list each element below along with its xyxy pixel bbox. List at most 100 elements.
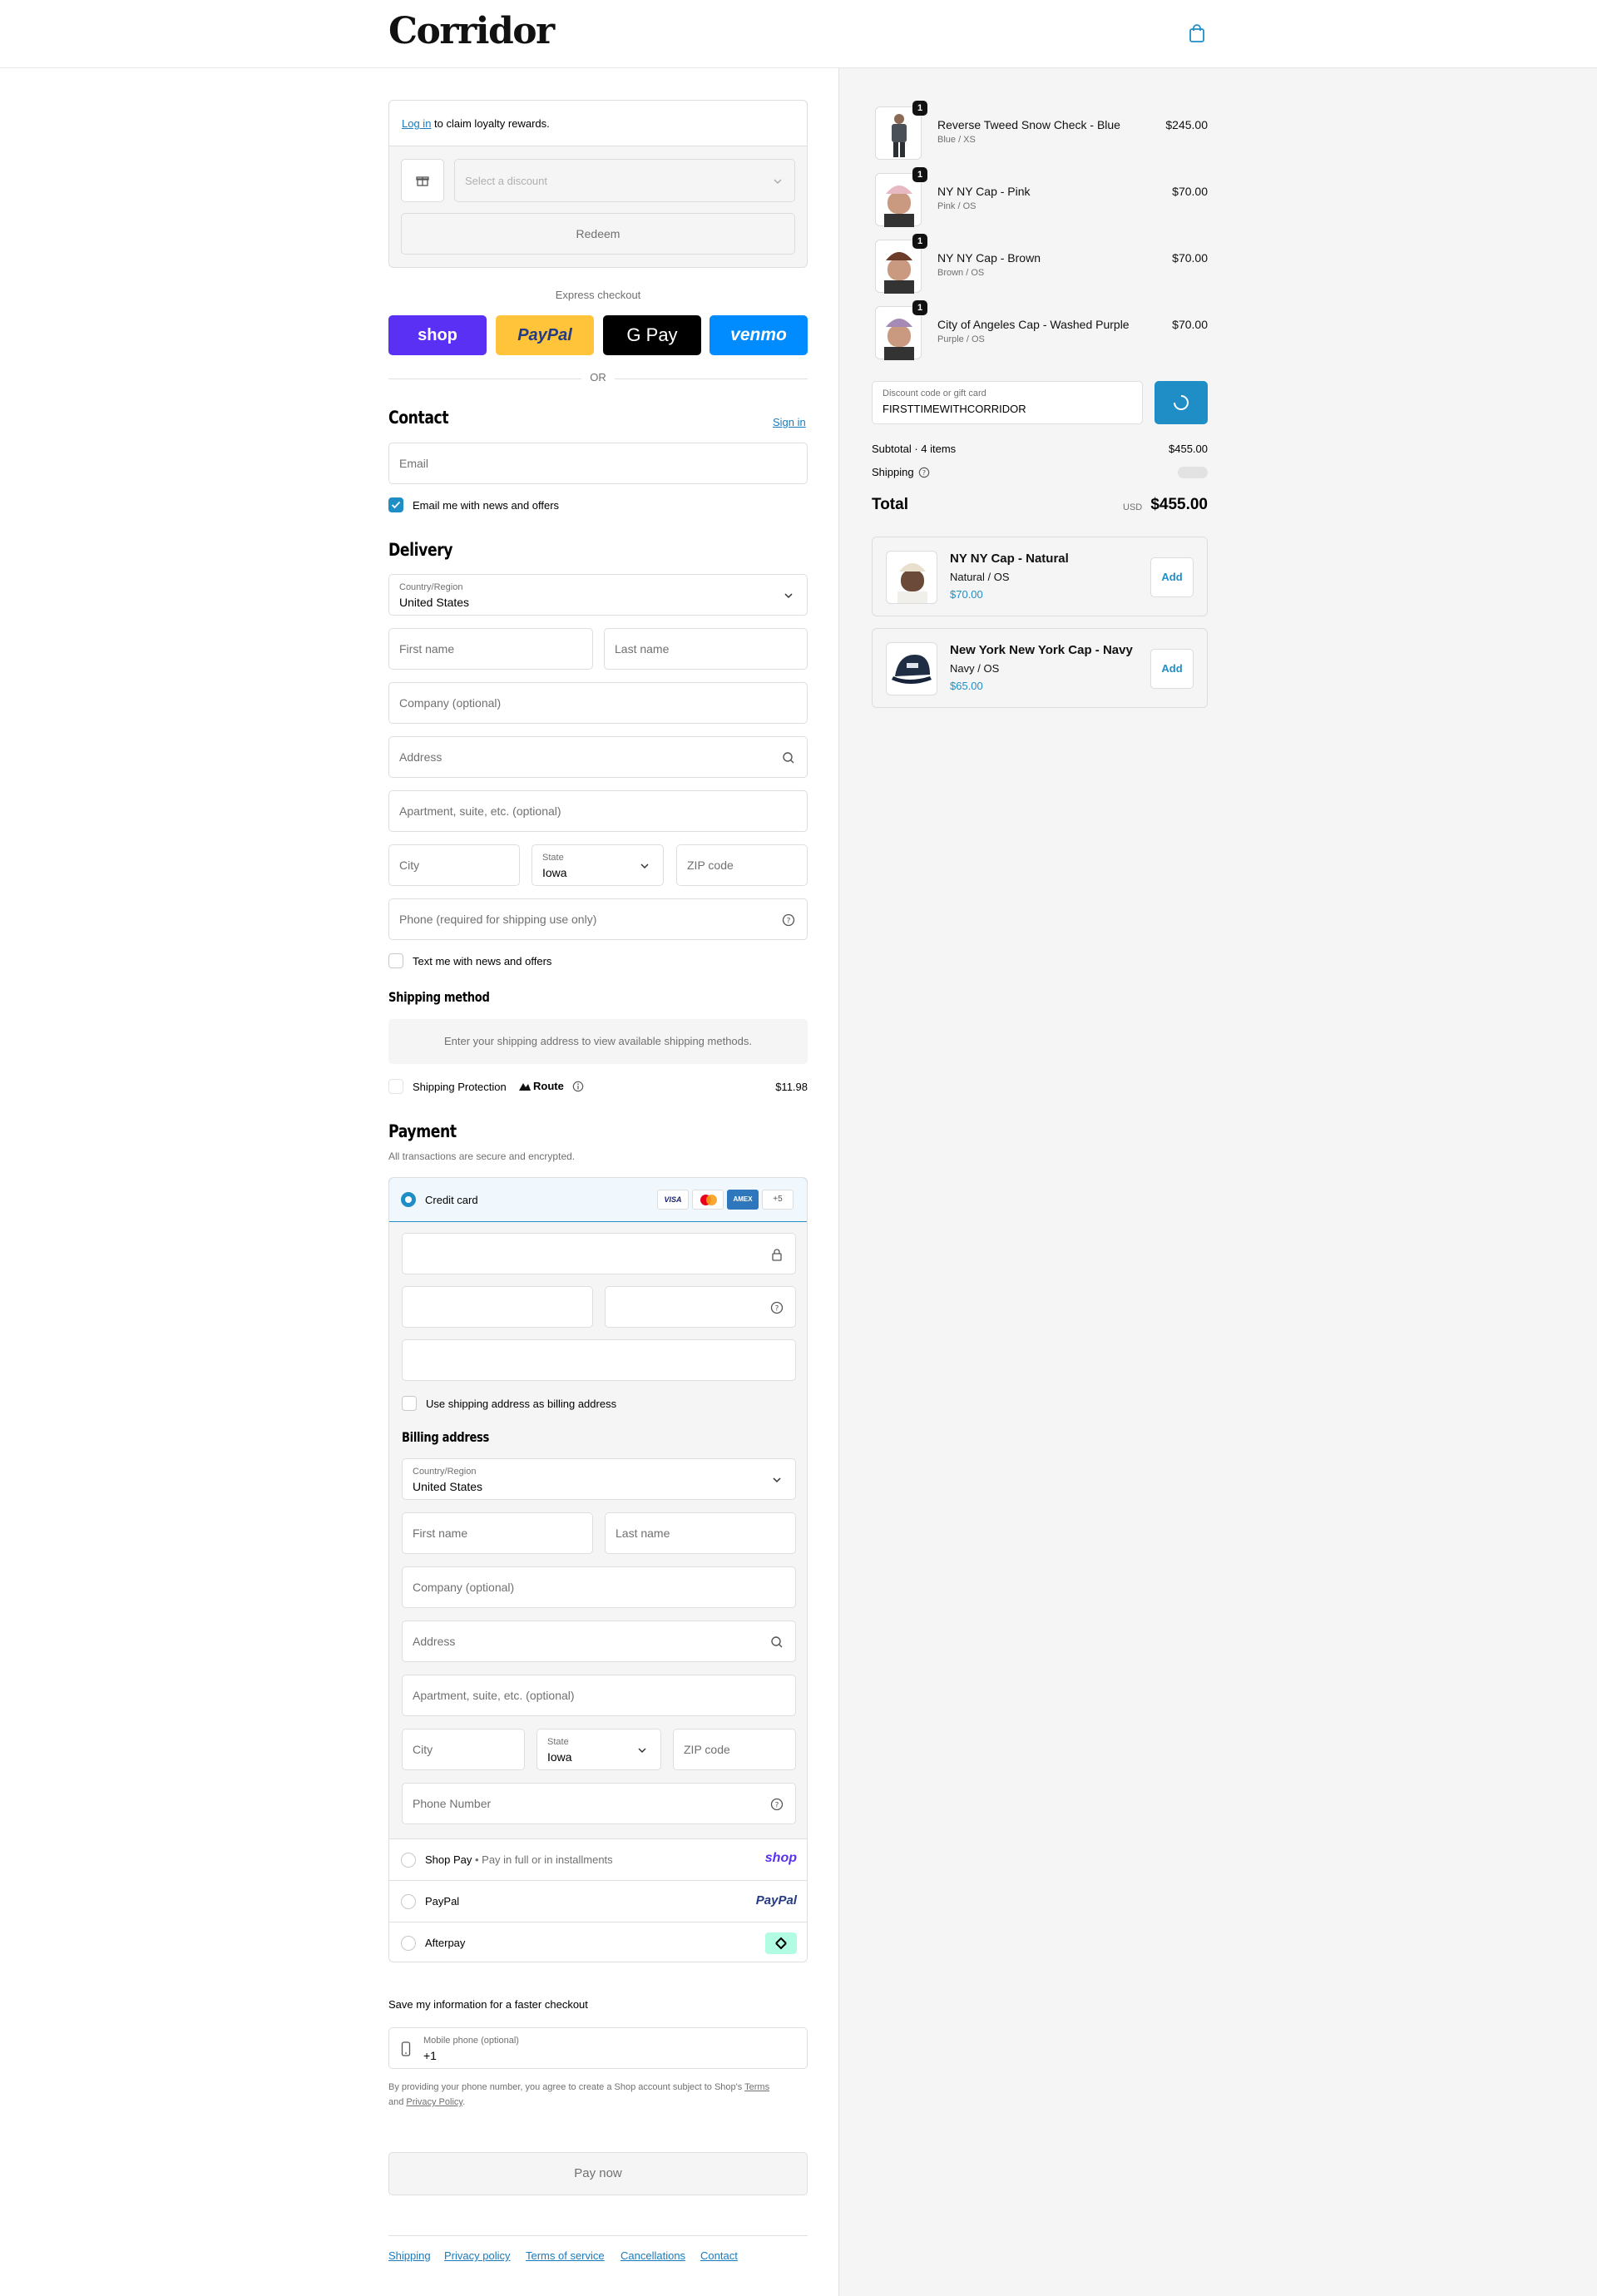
store-logo[interactable]: Corridor (388, 10, 555, 52)
afterpay-radio[interactable] (401, 1936, 416, 1951)
mobile-phone-value: +1 (423, 2049, 437, 2062)
shop-privacy-link[interactable]: Privacy Policy (406, 2097, 462, 2107)
product-price: $70.00 (1172, 318, 1208, 331)
email-field[interactable]: Email (388, 443, 808, 484)
loyalty-login-row: Log in to claim loyalty rewards. (388, 100, 808, 146)
shop-terms-link[interactable]: Terms (744, 2082, 769, 2092)
upsell-name: New York New York Cap - Navy (950, 643, 1133, 657)
email-placeholder: Email (399, 457, 429, 470)
mobile-phone-field[interactable]: Mobile phone (optional) +1 (388, 2027, 808, 2069)
paypal-radio[interactable] (401, 1894, 416, 1909)
login-link[interactable]: Log in (402, 117, 431, 130)
shipping-protection-checkbox[interactable] (388, 1079, 403, 1094)
footer-link-privacy[interactable]: Privacy policy (444, 2249, 510, 2262)
security-code-field[interactable]: ? (605, 1286, 796, 1328)
text-me-label: Text me with news and offers (413, 955, 552, 967)
newsletter-label: Email me with news and offers (413, 499, 560, 512)
billing-apartment-field[interactable]: Apartment, suite, etc. (optional) (402, 1675, 796, 1716)
product-thumbnail: 1 (875, 300, 927, 360)
upsell-name: NY NY Cap - Natural (950, 552, 1069, 566)
card-number-field[interactable] (402, 1233, 796, 1274)
apartment-placeholder: Apartment, suite, etc. (optional) (399, 804, 561, 818)
route-brand: Route (533, 1080, 564, 1092)
company-field[interactable]: Company (optional) (388, 682, 808, 724)
expiry-field[interactable] (402, 1286, 593, 1328)
billing-address-heading: Billing address (402, 1429, 489, 1445)
footer-link-contact[interactable]: Contact (700, 2249, 738, 2262)
sign-in-link[interactable]: Sign in (773, 416, 806, 428)
help-circle-icon[interactable]: ? (770, 1301, 784, 1314)
info-icon[interactable] (572, 1081, 584, 1092)
product-variant: Pink / OS (937, 201, 976, 211)
text-me-checkbox[interactable] (388, 953, 403, 968)
name-on-card-field[interactable] (402, 1339, 796, 1381)
paypal-option[interactable]: PayPal PayPal (389, 1880, 807, 1922)
credit-card-radio[interactable] (401, 1192, 416, 1207)
apply-discount-button[interactable] (1154, 381, 1208, 424)
paypal-logo: PayPal (755, 1893, 797, 1908)
country-select[interactable]: Country/Region United States (388, 574, 808, 616)
upsell-add-button[interactable]: Add (1150, 557, 1194, 597)
billing-city-field[interactable]: City (402, 1729, 525, 1770)
use-shipping-address-checkbox[interactable] (402, 1396, 417, 1411)
paypal-button[interactable]: PayPal (496, 315, 594, 355)
discount-select-placeholder: Select a discount (465, 175, 548, 187)
footer-link-cancellations[interactable]: Cancellations (621, 2249, 685, 2262)
chevron-down-icon (638, 1748, 646, 1754)
loading-spinner-icon (1174, 395, 1189, 410)
billing-apartment-placeholder: Apartment, suite, etc. (optional) (413, 1689, 575, 1702)
billing-last-name-field[interactable]: Last name (605, 1512, 796, 1554)
billing-country-select[interactable]: Country/Region United States (402, 1458, 796, 1500)
google-pay-button[interactable]: G Pay (603, 315, 701, 355)
product-price: $70.00 (1172, 185, 1208, 198)
shopping-bag-icon[interactable] (1188, 23, 1206, 43)
svg-text:?: ? (775, 1305, 779, 1314)
svg-text:?: ? (775, 1802, 779, 1810)
address-field[interactable]: Address (388, 736, 808, 778)
help-circle-icon[interactable]: ? (782, 913, 795, 927)
country-label: Country/Region (399, 582, 463, 592)
shop-pay-button[interactable]: shop (388, 315, 487, 355)
country-value: United States (399, 596, 470, 609)
shipping-notice: Enter your shipping address to view avai… (444, 1035, 752, 1047)
visa-icon: VISA (657, 1190, 689, 1210)
svg-text:?: ? (922, 469, 926, 477)
billing-zip-field[interactable]: ZIP code (673, 1729, 796, 1770)
help-circle-icon[interactable]: ? (770, 1798, 784, 1811)
redeem-button[interactable]: Redeem (401, 213, 795, 255)
discount-code-field[interactable]: Discount code or gift card FIRSTTIMEWITH… (872, 381, 1143, 424)
last-name-field[interactable]: Last name (604, 628, 808, 670)
footer-link-terms[interactable]: Terms of service (526, 2249, 605, 2262)
footer-divider (388, 2235, 808, 2236)
billing-first-name-field[interactable]: First name (402, 1512, 593, 1554)
shipping-notice-box: Enter your shipping address to view avai… (388, 1019, 808, 1064)
apartment-field[interactable]: Apartment, suite, etc. (optional) (388, 790, 808, 832)
product-image-natural-cap (897, 563, 927, 603)
billing-address-field[interactable]: Address (402, 1621, 796, 1662)
state-select[interactable]: State Iowa (532, 844, 664, 886)
venmo-button[interactable]: venmo (710, 315, 808, 355)
shop-pay-radio[interactable] (401, 1853, 416, 1868)
billing-phone-field[interactable]: Phone Number ? (402, 1783, 796, 1824)
billing-company-field[interactable]: Company (optional) (402, 1566, 796, 1608)
shipping-protection-label: Shipping Protection (413, 1081, 507, 1093)
discount-select[interactable]: Select a discount (454, 159, 795, 202)
zip-field[interactable]: ZIP code (676, 844, 808, 886)
credit-card-option[interactable]: Credit card VISA AMEX +5 (389, 1178, 807, 1222)
afterpay-option[interactable]: Afterpay (389, 1922, 807, 1962)
help-circle-icon[interactable]: ? (918, 467, 930, 478)
first-name-field[interactable]: First name (388, 628, 593, 670)
billing-state-select[interactable]: State Iowa (536, 1729, 661, 1770)
state-value: Iowa (542, 866, 567, 879)
afterpay-option-label: Afterpay (425, 1937, 466, 1949)
newsletter-checkbox[interactable] (388, 497, 403, 512)
upsell-add-button[interactable]: Add (1150, 649, 1194, 689)
remember-title: Save my information for a faster checkou… (388, 1998, 588, 2011)
phone-field[interactable]: Phone (required for shipping use only) ? (388, 898, 808, 940)
city-field[interactable]: City (388, 844, 520, 886)
footer-link-shipping[interactable]: Shipping (388, 2249, 431, 2262)
pay-now-button[interactable]: Pay now (388, 2152, 808, 2195)
paypal-option-label: PayPal (425, 1895, 460, 1908)
upsell-variant: Navy / OS (950, 662, 1000, 675)
shop-pay-option[interactable]: Shop Pay • Pay in full or in installment… (389, 1838, 807, 1880)
